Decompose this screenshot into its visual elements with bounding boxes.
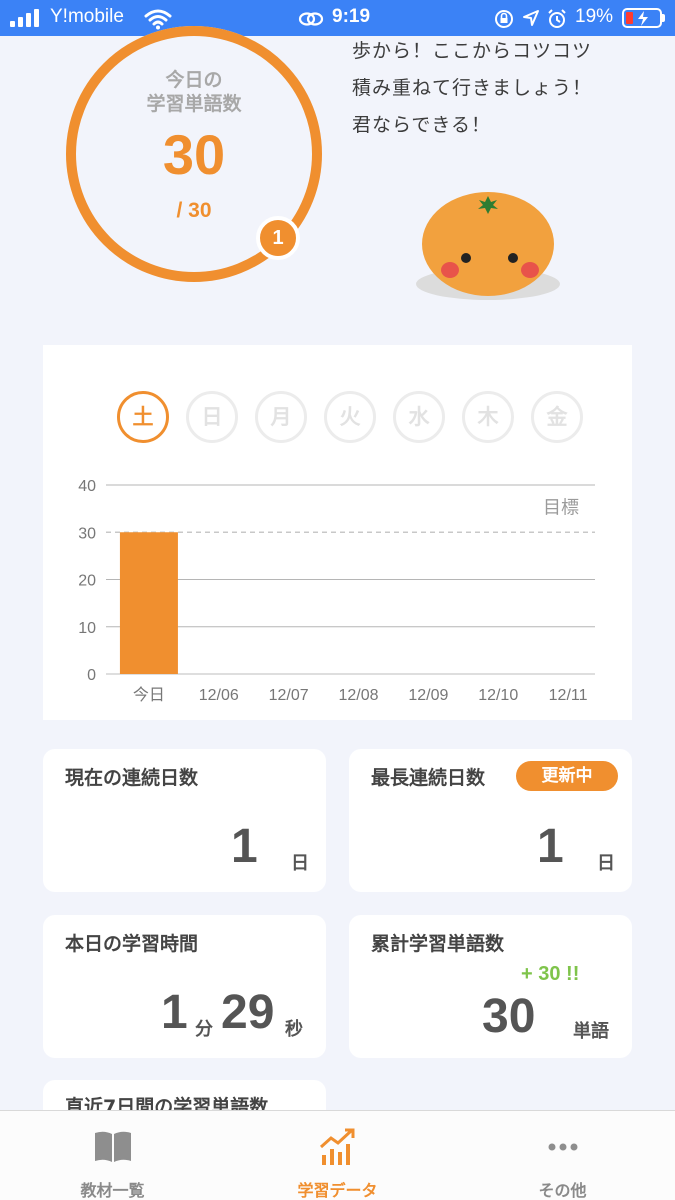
- x-tick-label: 12/07: [269, 687, 309, 704]
- y-tick-label: 10: [78, 620, 96, 637]
- total-words-card: 累計学習単語数 + 30 !! 30 単語: [349, 915, 632, 1058]
- study-time-seconds: 29: [221, 986, 275, 1039]
- weekday-5[interactable]: 木: [462, 391, 514, 443]
- target-label: 目標: [543, 497, 579, 518]
- weekday-4[interactable]: 水: [393, 391, 445, 443]
- current-streak-title: 現在の連続日数: [65, 767, 199, 789]
- tab-other-label: その他: [538, 1181, 587, 1200]
- orange-mascot-icon: [416, 192, 560, 300]
- daily-progress-ring: 今日の 学習単語数 30 / 30 1: [64, 24, 328, 288]
- signal-icon: [10, 9, 44, 27]
- weekly-chart-card: 土日月火水木金 0 10 20 30 40 目標今日 12/06 12/07 12/08 12/0…: [43, 345, 632, 720]
- x-tick-label: 12/06: [199, 687, 239, 704]
- tab-study-data-label: 学習データ: [297, 1181, 378, 1200]
- total-words-title: 累計学習単語数: [371, 933, 505, 955]
- current-streak-value: 1: [231, 820, 258, 873]
- y-tick-label: 30: [78, 525, 96, 542]
- longest-streak-unit: 日: [597, 853, 615, 874]
- encouragement-message: about.us.ah.to、キ坐リ処る 歩から！ここからコツコツ 積み重ねて行…: [352, 24, 652, 156]
- y-tick-label: 40: [78, 478, 96, 495]
- y-tick-label: 0: [87, 667, 96, 684]
- message-line: 歩から！ここからコツコツ: [352, 40, 593, 62]
- study-time-second-unit: 秒: [285, 1019, 303, 1040]
- tab-other[interactable]: その他: [450, 1111, 675, 1200]
- tab-materials-label: 教材一覧: [80, 1181, 145, 1200]
- updating-badge: 更新中: [516, 761, 618, 791]
- weekday-6[interactable]: 金: [531, 391, 583, 443]
- message-line: 積み重ねて行きましょう！: [352, 77, 593, 99]
- bar-今日: [119, 532, 178, 674]
- today-word-count: 30: [162, 123, 226, 186]
- weekday-3[interactable]: 火: [324, 391, 376, 443]
- longest-streak-card: 最長連続日数 更新中 1 日: [349, 749, 632, 892]
- longest-streak-value: 1: [537, 820, 564, 873]
- weekly-words-chart: 0 10 20 30 40 目標今日 12/06 12/07 12/08 12/09 12/10 12…: [78, 478, 595, 704]
- study-time-title: 本日の学習時間: [65, 933, 199, 955]
- message-line: about.us.ah.to、キ坐リ処る: [352, 24, 652, 33]
- current-streak-unit: 日: [291, 853, 309, 874]
- x-tick-label: 今日: [133, 686, 165, 704]
- chart-icon: [319, 1128, 355, 1165]
- total-words-delta: + 30 !!: [521, 963, 580, 985]
- longest-streak-title: 最長連続日数: [371, 767, 486, 789]
- weekday-0[interactable]: 土: [117, 391, 169, 443]
- message-line: 君ならできる！: [352, 114, 492, 136]
- total-words-unit: 単語: [573, 1021, 609, 1042]
- level-badge: 1: [256, 216, 300, 260]
- x-tick-label: 12/09: [408, 687, 448, 704]
- total-words-value: 30: [482, 990, 536, 1043]
- tab-materials[interactable]: 教材一覧: [0, 1111, 225, 1200]
- x-tick-label: 12/08: [338, 687, 378, 704]
- study-time-card: 本日の学習時間 1 分 29 秒: [43, 915, 326, 1058]
- study-time-minute-unit: 分: [195, 1019, 213, 1040]
- study-time-minutes: 1: [161, 986, 188, 1039]
- x-tick-label: 12/10: [478, 687, 518, 704]
- tab-study-data[interactable]: 学習データ: [225, 1111, 450, 1200]
- x-tick-label: 12/11: [549, 687, 588, 704]
- bottom-tab-bar: 教材一覧 学習データ その他: [0, 1110, 675, 1200]
- weekday-2[interactable]: 月: [255, 391, 307, 443]
- current-streak-card: 現在の連続日数 1 日: [43, 749, 326, 892]
- weekday-1[interactable]: 日: [186, 391, 238, 443]
- book-icon: [95, 1131, 131, 1162]
- y-tick-label: 20: [78, 573, 96, 590]
- ring-label-line2: 学習単語数: [146, 93, 242, 115]
- more-icon: [548, 1143, 578, 1151]
- ring-label-line1: 今日の: [165, 69, 223, 91]
